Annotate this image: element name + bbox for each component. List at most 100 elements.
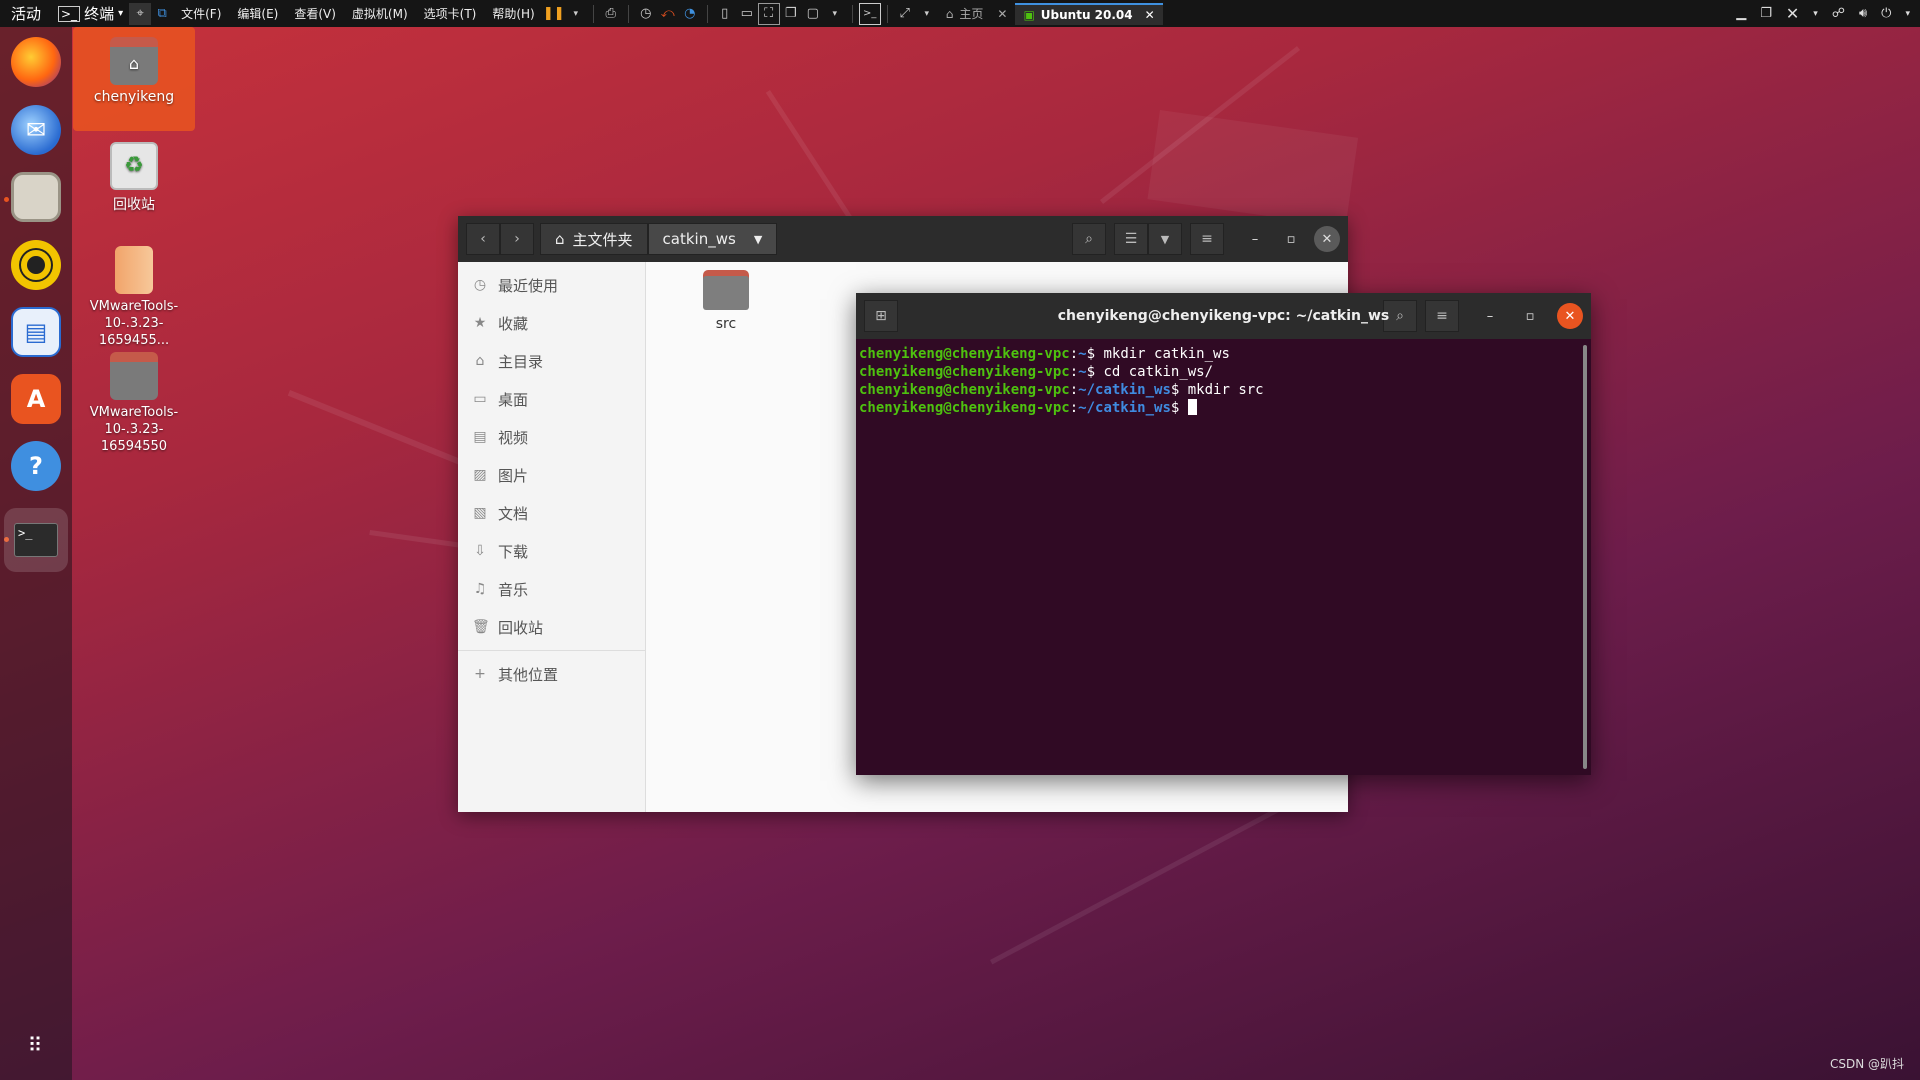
- picture-icon: ▨: [473, 467, 487, 483]
- file-item-src[interactable]: src: [690, 270, 762, 332]
- activities-button[interactable]: 活动: [0, 3, 52, 24]
- menu-view[interactable]: 查看(V): [286, 5, 344, 22]
- breadcrumb-home[interactable]: ⌂ 主文件夹: [540, 223, 648, 255]
- sidebar-item-recent[interactable]: ◷ 最近使用: [458, 266, 645, 304]
- breadcrumb-current[interactable]: catkin_ws ▼: [647, 223, 778, 255]
- app-menu-button[interactable]: >_ 终端 ▾: [52, 3, 129, 24]
- search-icon: ⌕: [1396, 308, 1404, 324]
- desktop-icon-trash[interactable]: ♻ 回收站: [73, 136, 195, 216]
- back-button[interactable]: ‹: [466, 223, 500, 255]
- menu-button[interactable]: ≡: [1425, 300, 1459, 332]
- minimize-button[interactable]: –: [1477, 303, 1503, 329]
- network-icon[interactable]: ☍: [1832, 6, 1845, 21]
- menu-help[interactable]: 帮助(H): [484, 5, 542, 22]
- divider: [706, 4, 708, 23]
- files-sidebar: ◷ 最近使用 ★ 收藏 ⌂ 主目录 ▭ 桌面 ▤ 视频 ▨ 图片 ▧ 文档 ⇩ 下载 ♫ 音乐 🗑…: [458, 262, 646, 812]
- close-icon[interactable]: ✕: [1786, 4, 1799, 23]
- search-button[interactable]: ⌕: [1072, 223, 1106, 255]
- tab-ubuntu[interactable]: ▣ Ubuntu 20.04 ✕: [1015, 2, 1163, 25]
- thunderbird-icon[interactable]: ✉: [11, 105, 61, 155]
- pause-icon[interactable]: ❚❚: [543, 3, 565, 25]
- forward-button[interactable]: ›: [500, 223, 534, 255]
- thumbnail-bar-icon[interactable]: ▭: [736, 3, 758, 25]
- chevron-down-icon[interactable]: ▾: [565, 3, 587, 25]
- show-applications-icon[interactable]: ⠿: [11, 1020, 61, 1070]
- terminal-output[interactable]: chenyikeng@chenyikeng-vpc:~$ mkdir catki…: [856, 339, 1591, 423]
- clock-icon: ◷: [473, 277, 487, 293]
- menu-tabs[interactable]: 选项卡(T): [416, 5, 485, 22]
- minimize-button[interactable]: –: [1242, 226, 1268, 252]
- sidebar-item-home[interactable]: ⌂ 主目录: [458, 342, 645, 380]
- sidebar-item-documents[interactable]: ▧ 文档: [458, 494, 645, 532]
- libreoffice-writer-icon[interactable]: ▤: [11, 307, 61, 357]
- sidebar-item-trash[interactable]: 🗑︎ 回收站: [458, 608, 645, 646]
- minimize-icon[interactable]: ▁: [1736, 6, 1746, 21]
- terminal-icon[interactable]: >_: [4, 508, 68, 572]
- unity-icon[interactable]: ❐: [780, 3, 802, 25]
- snapshot-icon[interactable]: ◷: [635, 3, 657, 25]
- tab-home[interactable]: ⌂ 主页 ✕: [938, 3, 1016, 25]
- rhythmbox-icon[interactable]: [11, 240, 61, 290]
- home-icon: ⌂: [475, 353, 485, 369]
- menu-vm[interactable]: 虚拟机(M): [344, 5, 416, 22]
- terminal-scrollbar[interactable]: [1583, 345, 1587, 769]
- menu-edit[interactable]: 编辑(E): [229, 5, 286, 22]
- view-options-button[interactable]: ▼: [1148, 223, 1182, 255]
- files-icon[interactable]: [11, 172, 61, 222]
- list-view-icon: ☰: [1124, 231, 1138, 247]
- terminal-app-icon: >_: [58, 5, 81, 22]
- restore-icon[interactable]: ❐: [1760, 6, 1772, 21]
- console-view-icon[interactable]: ▢: [802, 3, 824, 25]
- sidebar-item-label: 视频: [498, 428, 529, 447]
- power-icon[interactable]: ⏻: [1881, 6, 1891, 21]
- archive-icon: [115, 246, 153, 294]
- close-button[interactable]: ✕: [1314, 226, 1340, 252]
- menu-file[interactable]: 文件(F): [173, 5, 229, 22]
- volume-icon[interactable]: 🔊︎: [1859, 6, 1867, 21]
- snapshot-manager-icon[interactable]: ◔: [679, 3, 701, 25]
- sidebar-item-pictures[interactable]: ▨ 图片: [458, 456, 645, 494]
- maximize-button[interactable]: ▫: [1278, 226, 1304, 252]
- divider: [886, 4, 888, 23]
- close-icon: ✕: [1564, 308, 1576, 324]
- pin-icon[interactable]: ⌖: [129, 2, 152, 25]
- desktop-icon-home[interactable]: ⌂ chenyikeng: [73, 27, 195, 131]
- view-list-button[interactable]: ☰: [1114, 223, 1148, 255]
- chevron-down-icon[interactable]: ▾: [916, 3, 938, 25]
- divider: [592, 4, 594, 23]
- send-keys-icon[interactable]: ⎙: [600, 3, 622, 25]
- search-button[interactable]: ⌕: [1383, 300, 1417, 332]
- sidebar-toggle-icon[interactable]: ▯: [714, 3, 736, 25]
- trash-icon: 🗑︎: [472, 619, 490, 635]
- sidebar-item-music[interactable]: ♫ 音乐: [458, 570, 645, 608]
- desktop-icon-vmware-archive[interactable]: VMwareTools-10-.3.23-1659455...: [73, 240, 195, 348]
- home-folder-icon: ⌂: [110, 37, 158, 85]
- desktop-icon: ▭: [473, 391, 487, 407]
- sidebar-item-starred[interactable]: ★ 收藏: [458, 304, 645, 342]
- sidebar-item-desktop[interactable]: ▭ 桌面: [458, 380, 645, 418]
- sidebar-item-other-locations[interactable]: + 其他位置: [458, 655, 645, 693]
- sidebar-item-videos[interactable]: ▤ 视频: [458, 418, 645, 456]
- firefox-icon[interactable]: [11, 37, 61, 87]
- maximize-button[interactable]: ▫: [1517, 303, 1543, 329]
- chevron-down-icon[interactable]: ▾: [1813, 9, 1818, 19]
- menu-button[interactable]: ≡: [1190, 223, 1224, 255]
- help-icon[interactable]: ?: [11, 441, 61, 491]
- revert-snapshot-icon[interactable]: ⤺: [657, 3, 679, 25]
- stretch-icon[interactable]: ⤢: [894, 3, 916, 25]
- desktop-icon-vmware-folder[interactable]: VMwareTools-10-.3.23-16594550: [73, 346, 195, 454]
- vm-copy-icon[interactable]: ⧉: [151, 3, 173, 25]
- chevron-down-icon[interactable]: ▾: [1905, 9, 1910, 19]
- software-center-icon[interactable]: A: [11, 374, 61, 424]
- terminal-console-icon[interactable]: >_: [858, 2, 881, 25]
- sidebar-item-downloads[interactable]: ⇩ 下载: [458, 532, 645, 570]
- new-tab-button[interactable]: ⊞: [864, 300, 898, 332]
- watermark: CSDN @趴抖: [1829, 1057, 1904, 1071]
- wallpaper-line: [1147, 110, 1359, 227]
- close-button[interactable]: ✕: [1557, 303, 1583, 329]
- close-icon[interactable]: ✕: [1145, 8, 1155, 22]
- close-icon: ✕: [1321, 231, 1333, 247]
- fullscreen-icon[interactable]: ⛶: [757, 2, 780, 25]
- close-icon[interactable]: ✕: [997, 7, 1007, 21]
- chevron-down-icon[interactable]: ▾: [824, 3, 846, 25]
